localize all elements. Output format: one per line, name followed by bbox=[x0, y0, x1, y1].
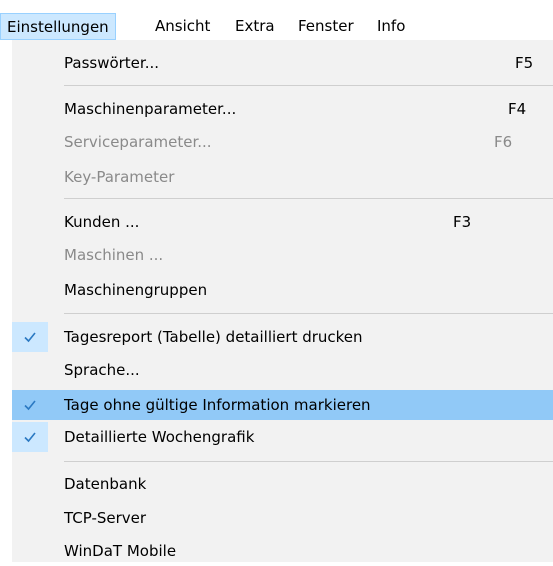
check-area bbox=[12, 207, 48, 237]
menu-separator bbox=[64, 198, 553, 199]
menu-item-label: Maschinengruppen bbox=[64, 281, 208, 299]
menu-item-tagesreport[interactable]: Tagesreport (Tabelle) detailliert drucke… bbox=[12, 322, 553, 352]
menu-item-label: Maschinen ... bbox=[64, 246, 164, 264]
menu-item-label: Datenbank bbox=[64, 475, 147, 493]
menu-item-kunden[interactable]: Kunden ... F3 bbox=[12, 207, 553, 237]
check-area bbox=[12, 94, 48, 124]
check-area bbox=[12, 322, 48, 352]
check-area bbox=[12, 355, 48, 385]
menu-separator bbox=[64, 85, 553, 86]
menu-extra[interactable]: Extra bbox=[229, 13, 281, 40]
menu-item-label: Tage ohne gültige Information markieren bbox=[64, 396, 371, 414]
checkmark-icon bbox=[24, 400, 36, 411]
menu-ansicht[interactable]: Ansicht bbox=[149, 13, 216, 40]
menu-item-tcp-server[interactable]: TCP-Server bbox=[12, 503, 553, 533]
menu-fenster[interactable]: Fenster bbox=[292, 13, 360, 40]
checkmark-icon bbox=[24, 332, 36, 343]
menu-item-label: Passwörter... bbox=[64, 54, 160, 72]
menu-item-key-parameter[interactable]: Key-Parameter bbox=[12, 162, 553, 192]
menu-item-label: Sprache... bbox=[64, 361, 140, 379]
menu-item-detaillierte-wochengrafik[interactable]: Detaillierte Wochengrafik bbox=[12, 422, 553, 452]
checkmark-icon bbox=[24, 432, 36, 443]
check-area bbox=[12, 390, 48, 420]
check-area bbox=[12, 48, 48, 78]
menu-item-label: Tagesreport (Tabelle) detailliert drucke… bbox=[64, 328, 363, 346]
shortcut-label: F5 bbox=[515, 54, 534, 72]
menu-item-datenbank[interactable]: Datenbank bbox=[12, 469, 553, 499]
menu-bar: Einstellungen Ansicht Extra Fenster Info bbox=[0, 0, 553, 40]
menu-item-sprache[interactable]: Sprache... bbox=[12, 355, 553, 385]
check-area bbox=[12, 275, 48, 305]
menu-item-serviceparameter[interactable]: Serviceparameter... F6 bbox=[12, 127, 553, 157]
menu-info[interactable]: Info bbox=[371, 13, 411, 40]
shortcut-label: F3 bbox=[453, 213, 472, 231]
check-area bbox=[12, 422, 48, 452]
menu-item-label: TCP-Server bbox=[64, 509, 147, 527]
einstellungen-dropdown: Passwörter... F5 Maschinenparameter... F… bbox=[12, 40, 553, 562]
menu-item-label: Detaillierte Wochengrafik bbox=[64, 428, 255, 446]
menu-item-label: Key-Parameter bbox=[64, 168, 175, 186]
check-area bbox=[12, 162, 48, 192]
menu-item-maschinenparameter[interactable]: Maschinenparameter... F4 bbox=[12, 94, 553, 124]
check-area bbox=[12, 503, 48, 533]
shortcut-label: F6 bbox=[494, 133, 513, 151]
menu-item-label: Maschinenparameter... bbox=[64, 100, 237, 118]
check-area bbox=[12, 240, 48, 270]
shortcut-label: F4 bbox=[508, 100, 527, 118]
check-area bbox=[12, 469, 48, 499]
menu-item-label: Kunden ... bbox=[64, 213, 140, 231]
menu-item-passwoerter[interactable]: Passwörter... F5 bbox=[12, 48, 553, 78]
menu-item-label: Serviceparameter... bbox=[64, 133, 212, 151]
check-area bbox=[12, 127, 48, 157]
menu-separator bbox=[64, 461, 553, 462]
menu-item-maschinen[interactable]: Maschinen ... bbox=[12, 240, 553, 270]
menu-einstellungen[interactable]: Einstellungen bbox=[0, 13, 116, 40]
menu-item-maschinengruppen[interactable]: Maschinengruppen bbox=[12, 275, 553, 305]
menu-separator bbox=[64, 313, 553, 314]
menu-item-tage-ohne-information[interactable]: Tage ohne gültige Information markieren bbox=[12, 390, 553, 420]
